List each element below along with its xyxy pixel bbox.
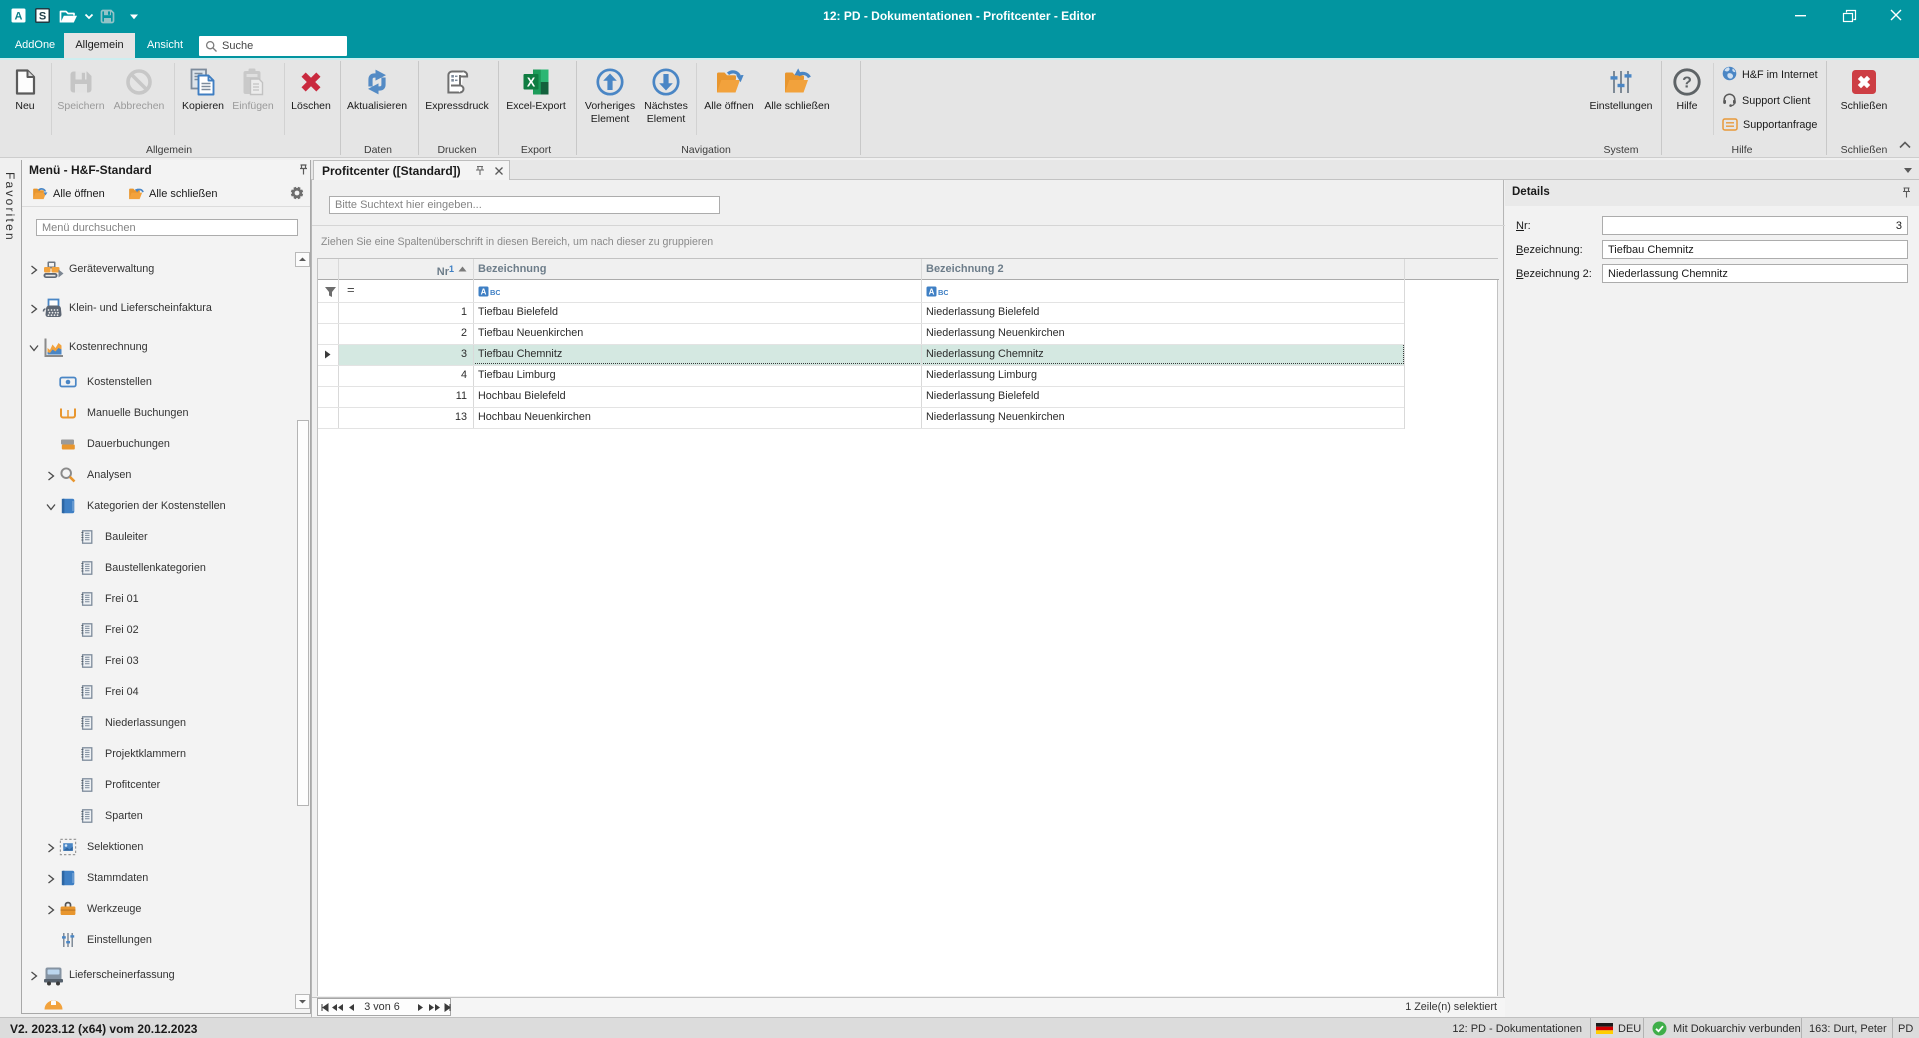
svg-text:X: X bbox=[527, 75, 536, 89]
svg-text:BC: BC bbox=[938, 288, 948, 297]
svg-text:BC: BC bbox=[490, 288, 500, 297]
svg-text:A: A bbox=[481, 288, 487, 297]
svg-text:?: ? bbox=[1682, 75, 1692, 92]
svg-text:A: A bbox=[929, 288, 935, 297]
